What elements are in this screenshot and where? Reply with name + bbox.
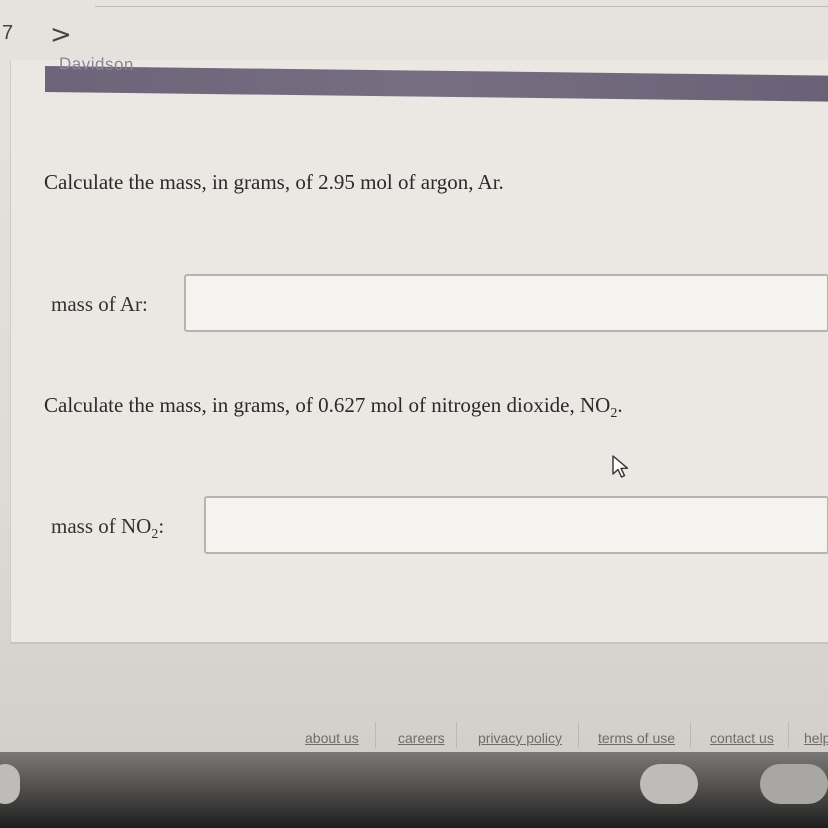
- dock-item: [760, 764, 828, 804]
- divider: [788, 722, 789, 748]
- label-colon: :: [158, 514, 165, 538]
- question-prompt-1: Calculate the mass, in grams, of 2.95 mo…: [44, 170, 504, 194]
- footer-link-help[interactable]: help: [804, 730, 828, 746]
- divider: [95, 6, 828, 7]
- answer-label-ar: mass of Ar:: [51, 292, 148, 316]
- question-navigation: 7 >: [0, 0, 828, 60]
- chevron-right-icon[interactable]: >: [50, 20, 72, 50]
- dock-item: [640, 764, 698, 804]
- divider: [578, 722, 579, 748]
- question-card: Davidson Calculate the mass, in grams, o…: [10, 54, 828, 644]
- footer-link-careers[interactable]: careers: [398, 730, 445, 746]
- divider: [456, 722, 457, 748]
- prompt-text: Calculate the mass, in grams, of 0.627 m…: [44, 393, 611, 417]
- question-prompt-2: Calculate the mass, in grams, of 0.627 m…: [44, 393, 623, 422]
- question-number[interactable]: 7: [2, 22, 13, 45]
- divider: [375, 722, 376, 748]
- label-text: mass of NO: [51, 514, 152, 538]
- footer-link-about-us[interactable]: about us: [305, 730, 359, 746]
- screen: 7 > Davidson Calculate the mass, in gram…: [0, 0, 828, 828]
- mouse-pointer-icon: [612, 455, 629, 478]
- footer-link-terms-of-use[interactable]: terms of use: [598, 730, 675, 746]
- footer-links: about us careers privacy policy terms of…: [0, 722, 828, 752]
- footer-link-privacy-policy[interactable]: privacy policy: [478, 730, 562, 746]
- answer-label-no2: mass of NO2:: [51, 514, 164, 543]
- prompt-end: .: [617, 393, 623, 417]
- header-banner: Davidson: [45, 54, 828, 102]
- banner-label: Davidson: [59, 54, 134, 75]
- mass-no2-input[interactable]: [204, 496, 828, 554]
- footer-link-contact-us[interactable]: contact us: [710, 730, 774, 746]
- device-bezel: [0, 752, 828, 828]
- mass-ar-input[interactable]: [184, 274, 828, 332]
- divider: [690, 722, 691, 748]
- dock-item: [0, 764, 20, 804]
